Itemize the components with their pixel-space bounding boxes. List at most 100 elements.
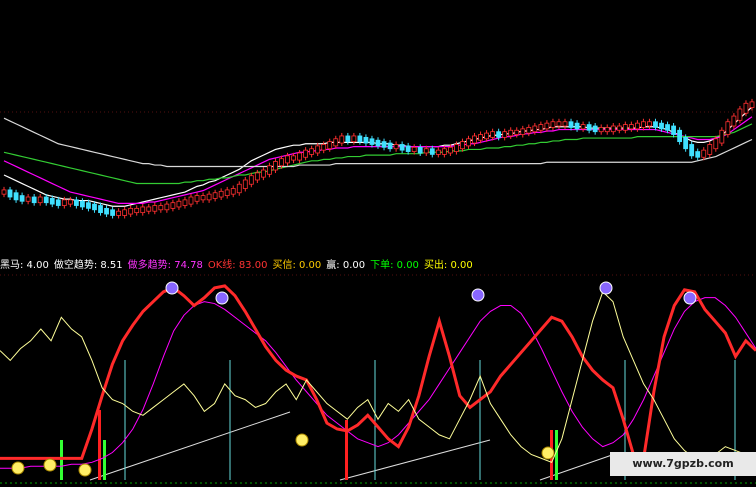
legend-item-2: 做多趋势: 74.78 <box>127 260 203 271</box>
candle-body <box>592 125 598 133</box>
candle-body <box>98 205 103 214</box>
candle-body <box>13 192 19 201</box>
smiley-face-icon <box>541 446 555 460</box>
candle-body <box>116 210 122 216</box>
candle-body <box>514 129 520 135</box>
legend-item-6: 下单: 0.00 <box>370 260 419 271</box>
candle-body <box>110 209 115 216</box>
candle-body <box>1 189 7 195</box>
candle-body <box>128 207 134 215</box>
candle-body <box>73 199 79 206</box>
candle-body <box>616 125 622 131</box>
candle-body <box>647 121 652 127</box>
candle-body <box>743 102 749 114</box>
candle-body <box>526 127 532 134</box>
candle-body <box>92 203 97 211</box>
candle-body <box>695 151 701 158</box>
candle-body <box>423 148 429 154</box>
sell-face-icon <box>165 281 179 295</box>
candle-body <box>80 200 85 208</box>
candle-body <box>628 124 634 130</box>
candle-body <box>429 148 435 155</box>
candle-body <box>194 195 200 202</box>
candle-body <box>622 124 628 131</box>
candle-body <box>689 144 695 157</box>
candle-body <box>701 149 707 158</box>
candle-body <box>520 128 526 135</box>
candle-body <box>230 188 236 195</box>
buy-signal-bar <box>555 430 558 480</box>
candle-body <box>291 155 296 161</box>
candle-body <box>61 199 67 206</box>
buy-signal-bar <box>60 440 63 480</box>
candle-body <box>152 205 158 212</box>
candle-body <box>327 141 333 150</box>
sell-face-icon <box>471 288 485 302</box>
candle-body <box>218 190 224 198</box>
candle-body <box>586 124 592 131</box>
candle-body <box>447 146 453 154</box>
candle-body <box>707 144 713 155</box>
candle-body <box>182 199 188 206</box>
candle-body <box>31 196 37 204</box>
chart-background <box>0 0 756 487</box>
candle-body <box>55 199 61 206</box>
candle-body <box>104 207 109 215</box>
candle-body <box>405 145 411 152</box>
candle-body <box>285 155 290 164</box>
candle-body <box>357 135 363 143</box>
legend-item-7: 买出: 0.00 <box>423 260 473 271</box>
candle-body <box>610 125 616 133</box>
candle-body <box>200 195 206 201</box>
candle-body <box>719 129 725 144</box>
candle-body <box>466 138 471 147</box>
candle-body <box>375 139 381 147</box>
candle-body <box>435 149 441 155</box>
candle-body <box>242 179 248 189</box>
candle-body <box>604 127 610 133</box>
candle-body <box>653 121 658 128</box>
candle-body <box>321 144 327 151</box>
candle-body <box>134 207 140 214</box>
candle-body <box>562 121 568 127</box>
indicator-legend: 黑马: 4.00 做空趋势: 8.51 做多趋势: 74.78 OK线: 83.00 买… <box>0 259 478 273</box>
candle-body <box>671 125 676 135</box>
candle-body <box>634 122 640 130</box>
candle-body <box>677 129 683 143</box>
candle-body <box>538 124 544 131</box>
candle-body <box>387 142 393 150</box>
candle-body <box>67 199 73 205</box>
candle-body <box>273 161 278 171</box>
candle-body <box>37 196 43 204</box>
candle-body <box>206 193 212 201</box>
candle-body <box>713 138 719 150</box>
candle-body <box>297 152 302 161</box>
candle-body <box>568 121 574 128</box>
candle-body <box>49 198 55 205</box>
candle-body <box>224 189 230 196</box>
candle-body <box>176 200 182 208</box>
candle-body <box>478 134 483 141</box>
candle-body <box>267 165 272 175</box>
legend-item-1: 做空趋势: 8.51 <box>53 260 123 271</box>
sell-face-icon <box>683 291 697 305</box>
sell-face-icon <box>215 291 229 305</box>
candle-body <box>502 131 508 138</box>
candle-body <box>490 131 496 138</box>
candle-body <box>212 192 218 199</box>
candle-body <box>683 136 689 150</box>
buy-signal-bar <box>98 410 101 480</box>
candle-body <box>532 125 538 133</box>
candle-body <box>339 135 345 144</box>
candle-body <box>598 127 604 133</box>
candle-body <box>146 206 152 212</box>
candle-body <box>86 202 91 209</box>
candle-body <box>484 132 489 140</box>
candle-body <box>279 158 284 167</box>
candle-body <box>665 124 670 131</box>
candle-body <box>351 135 357 143</box>
candle-body <box>7 189 13 198</box>
candle-body <box>164 203 170 211</box>
candle-body <box>236 183 242 194</box>
candle-body <box>260 169 266 178</box>
